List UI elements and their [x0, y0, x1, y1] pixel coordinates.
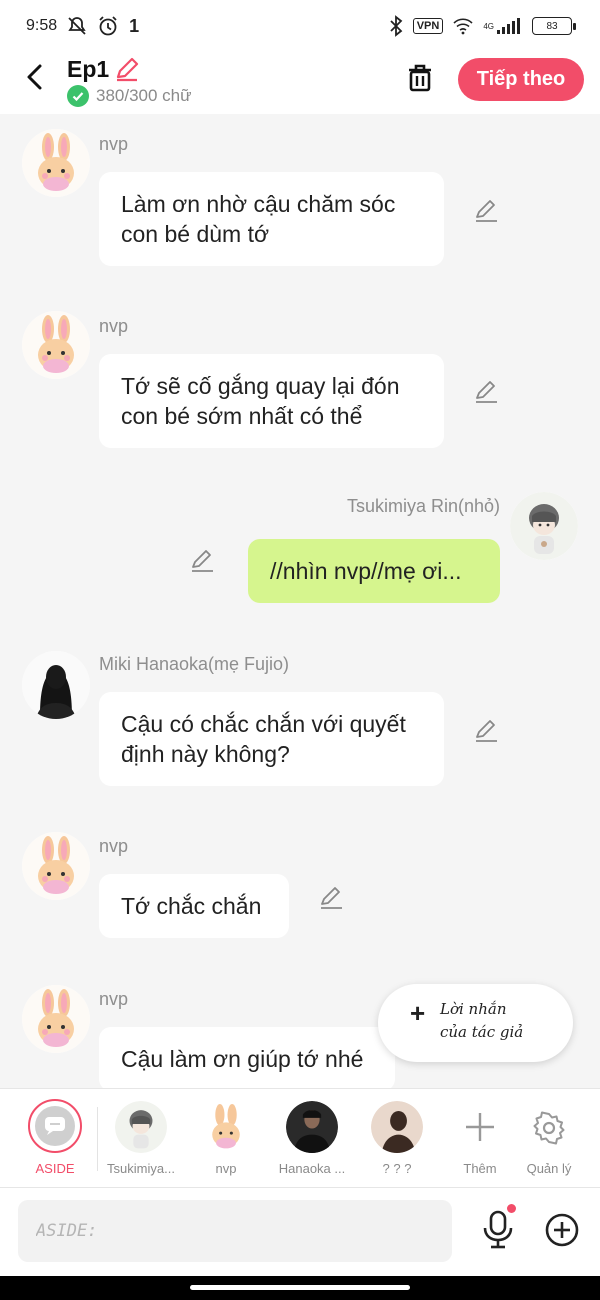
chat-editor-screen: 9:58 1 VPN 4G 83 Ep1 380/300 chữ Tiếp th…	[0, 0, 600, 1300]
sender-name: Miki Hanaoka(mẹ Fujio)	[99, 654, 290, 674]
avatar-nvp[interactable]	[22, 311, 90, 379]
bluetooth-icon	[390, 15, 403, 37]
message-text: Tớ chắc chắn	[121, 893, 262, 919]
episode-title[interactable]: Ep1	[67, 56, 109, 83]
edit-message-icon[interactable]	[189, 548, 215, 574]
status-right: VPN 4G 83	[389, 15, 576, 37]
avatar-tsukimiya[interactable]	[510, 492, 578, 560]
character-hanaoka[interactable]: Hanaoka ...	[270, 1099, 354, 1183]
character-label: ? ? ?	[382, 1161, 412, 1176]
vpn-badge: VPN	[412, 18, 444, 34]
divider	[97, 1107, 98, 1171]
avatar	[286, 1101, 338, 1153]
chat-area[interactable]: nvp Làm ơn nhờ cậu chăm sóc con bé dùm t…	[0, 114, 600, 1088]
alarm-icon	[99, 16, 117, 36]
author-note-line1: Lời nhắn	[440, 1000, 507, 1018]
message-bubble[interactable]: Cậu có chắc chắn với quyết định này khôn…	[99, 692, 444, 786]
message-text-line: con bé sớm nhất có thể	[121, 403, 363, 429]
character-tsukimiya[interactable]: Tsukimiya...	[99, 1099, 183, 1183]
sender-name: nvp	[99, 316, 129, 336]
status-time: 9:58	[26, 17, 58, 34]
edit-title-icon[interactable]	[114, 56, 140, 82]
character-nvp[interactable]: nvp	[184, 1099, 268, 1183]
plus-icon: +	[410, 998, 426, 1028]
sender-name: nvp	[99, 134, 129, 154]
message-bubble[interactable]: Tớ chắc chắn	[99, 874, 289, 938]
battery-icon: 83	[532, 17, 576, 35]
message-text-line: Tớ sẽ cố gắng quay lại đón	[121, 373, 400, 399]
wifi-icon	[453, 18, 473, 35]
microphone-icon[interactable]	[480, 1210, 516, 1250]
system-nav-bar	[0, 1276, 600, 1300]
sender-name: Tsukimiya Rin(nhỏ)	[346, 496, 500, 516]
gear-icon	[533, 1111, 565, 1145]
character-label: ASIDE	[35, 1161, 75, 1176]
character-label: Tsukimiya...	[107, 1161, 175, 1176]
message-bubble[interactable]: Cậu làm ơn giúp tớ nhé	[99, 1027, 395, 1088]
bell-off-icon	[68, 17, 86, 35]
manage-characters-button[interactable]: Quản lý	[507, 1099, 591, 1183]
avatar	[200, 1101, 252, 1153]
home-indicator[interactable]	[190, 1285, 410, 1290]
network-type: 4G	[483, 21, 494, 31]
chat-bubble-icon	[45, 1117, 65, 1135]
input-area	[0, 1188, 600, 1276]
editor-header: Ep1 380/300 chữ Tiếp theo	[0, 52, 600, 114]
notification-dot	[507, 1204, 516, 1213]
plus-icon	[466, 1113, 494, 1141]
avatar-nvp[interactable]	[22, 832, 90, 900]
message-text: //nhìn nvp//mẹ ơi...	[270, 558, 462, 584]
status-left: 9:58 1	[26, 15, 139, 37]
word-count-row: 380/300 chữ	[67, 85, 192, 107]
edit-message-icon[interactable]	[318, 885, 344, 911]
character-label: nvp	[215, 1161, 237, 1176]
sender-name: nvp	[99, 989, 129, 1009]
avatar-miki[interactable]	[22, 651, 90, 719]
edit-message-icon[interactable]	[473, 379, 499, 405]
back-arrow-icon[interactable]	[22, 62, 48, 92]
next-button[interactable]: Tiếp theo	[458, 58, 584, 101]
character-label: Quản lý	[526, 1161, 572, 1176]
status-temperature: 1	[129, 15, 140, 36]
add-circle-icon[interactable]	[545, 1213, 579, 1247]
character-aside[interactable]: ASIDE	[13, 1099, 97, 1183]
sender-name: nvp	[99, 836, 129, 856]
message-input[interactable]	[18, 1200, 452, 1262]
message-text-line: con bé dùm tớ	[121, 221, 270, 247]
character-bar: ASIDE Tsukimiya... nvp Hanaoka ... ? ? ?…	[0, 1088, 600, 1188]
message-text-line: Cậu có chắc chắn với quyết	[121, 711, 406, 737]
avatar	[371, 1101, 423, 1153]
word-count: 380/300 chữ	[96, 86, 192, 105]
edit-message-icon[interactable]	[473, 198, 499, 224]
character-label: Hanaoka ...	[278, 1161, 346, 1176]
message-text: Cậu làm ơn giúp tớ nhé	[121, 1046, 364, 1072]
message-text-line: Làm ơn nhờ cậu chăm sóc	[121, 191, 396, 217]
edit-message-icon[interactable]	[473, 718, 499, 744]
message-bubble[interactable]: Tớ sẽ cố gắng quay lại đón con bé sớm nh…	[99, 354, 444, 448]
author-note-button[interactable]: + Lời nhắn của tác giả	[378, 984, 573, 1062]
signal-icon	[497, 18, 520, 34]
message-bubble-self[interactable]: //nhìn nvp//mẹ ơi...	[248, 539, 500, 603]
avatar	[115, 1101, 167, 1153]
avatar-nvp[interactable]	[22, 985, 90, 1053]
aside-icon-bg	[35, 1106, 75, 1146]
avatar-nvp[interactable]	[22, 129, 90, 197]
check-icon	[67, 85, 89, 107]
aside-selected-ring	[28, 1099, 82, 1153]
message-text-line: định này không?	[121, 741, 290, 767]
character-unknown[interactable]: ? ? ?	[355, 1099, 439, 1183]
status-bar: 9:58 1 VPN 4G 83	[0, 0, 600, 52]
message-bubble[interactable]: Làm ơn nhờ cậu chăm sóc con bé dùm tớ	[99, 172, 444, 266]
trash-icon[interactable]	[404, 62, 436, 94]
battery-level: 83	[546, 20, 558, 32]
author-note-line2: của tác giả	[440, 1023, 524, 1041]
